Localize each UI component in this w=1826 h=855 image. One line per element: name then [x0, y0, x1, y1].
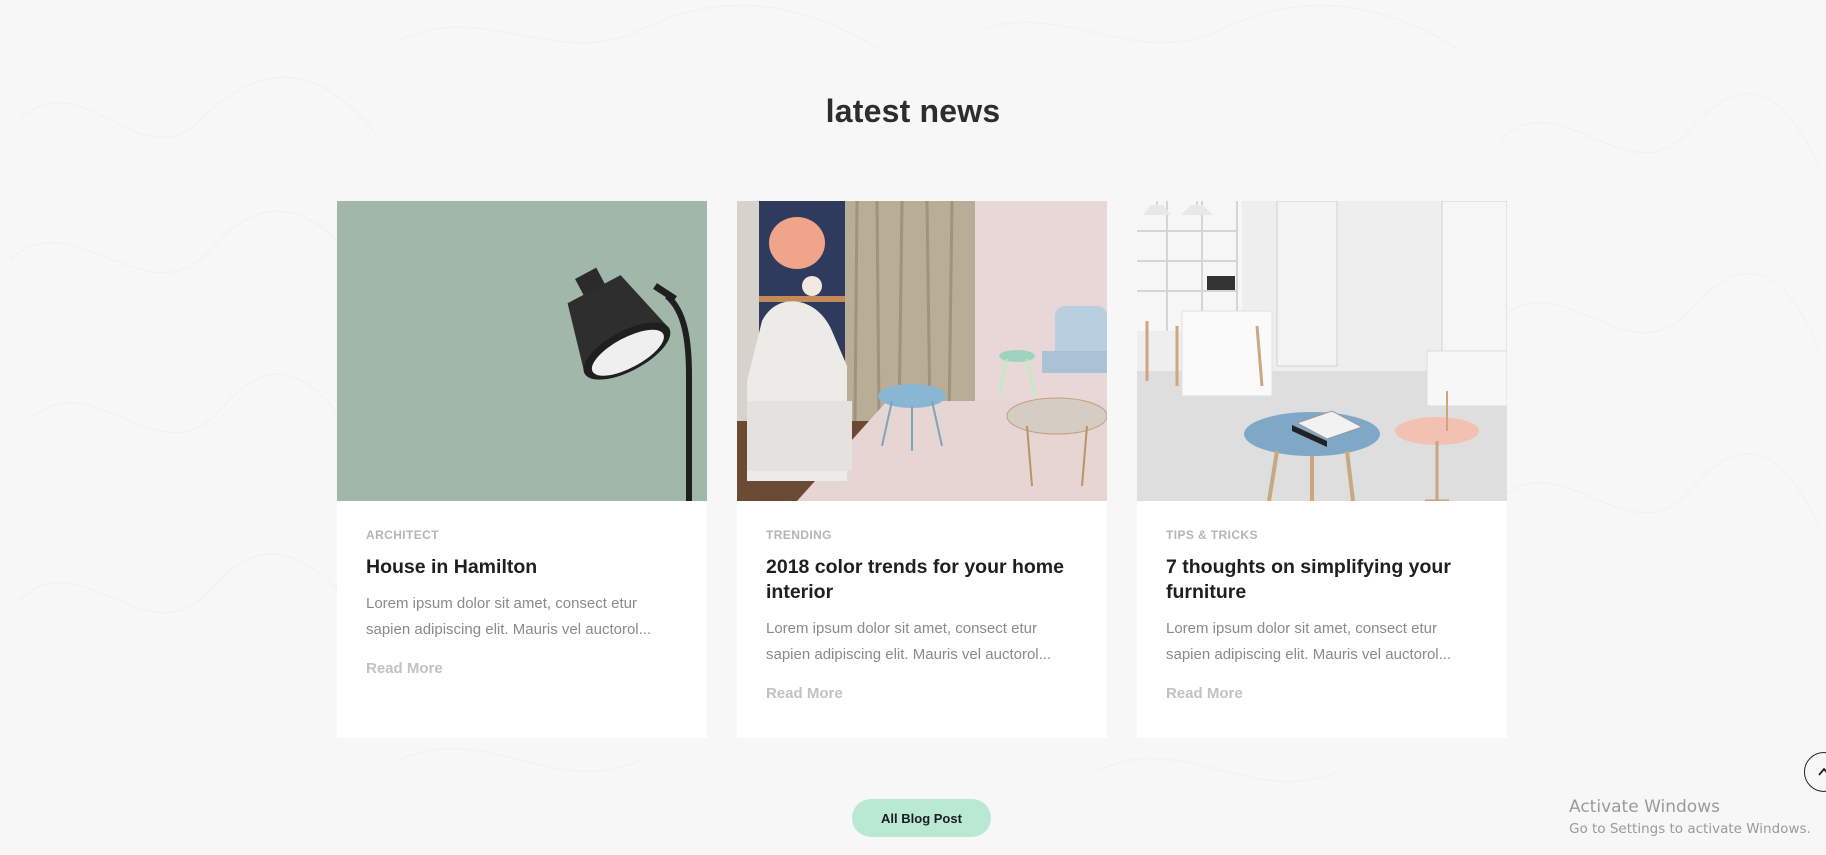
read-more-link[interactable]: Read More [366, 660, 443, 677]
read-more-link[interactable]: Read More [1166, 685, 1243, 702]
card-body: TRENDING 2018 color trends for your home… [737, 501, 1107, 703]
post-excerpt: Lorem ipsum dolor sit amet, consect etur… [766, 620, 1052, 663]
post-image-lamp[interactable] [337, 201, 707, 501]
watermark-title: Activate Windows [1569, 797, 1720, 817]
watermark-subtitle: Go to Settings to activate Windows. [1569, 821, 1811, 837]
news-card: TIPS & TRICKS 7 thoughts on simplifying … [1137, 201, 1507, 738]
post-title[interactable]: 2018 color trends for your home interior [766, 555, 1078, 605]
news-card: ARCHITECT House in Hamilton Lorem ipsum … [337, 201, 707, 738]
windows-activation-watermark: Activate Windows Go to Settings to activ… [1569, 797, 1811, 837]
all-blog-post-button[interactable]: All Blog Post [852, 799, 991, 837]
post-category[interactable]: TRENDING [766, 528, 1078, 542]
news-card: TRENDING 2018 color trends for your home… [737, 201, 1107, 738]
post-title[interactable]: House in Hamilton [366, 555, 678, 580]
post-excerpt: Lorem ipsum dolor sit amet, consect etur… [1166, 620, 1452, 663]
post-excerpt: Lorem ipsum dolor sit amet, consect etur… [366, 595, 652, 638]
card-body: TIPS & TRICKS 7 thoughts on simplifying … [1137, 501, 1507, 703]
scroll-to-top-button[interactable] [1804, 752, 1826, 792]
card-body: ARCHITECT House in Hamilton Lorem ipsum … [337, 501, 707, 678]
post-category[interactable]: ARCHITECT [366, 528, 678, 542]
post-image-living-room[interactable] [737, 201, 1107, 501]
read-more-link[interactable]: Read More [766, 685, 843, 702]
chevron-up-icon [1818, 767, 1826, 776]
news-cards: ARCHITECT House in Hamilton Lorem ipsum … [337, 201, 1507, 738]
section-title: latest news [825, 93, 1001, 129]
post-title[interactable]: 7 thoughts on simplifying your furniture [1166, 555, 1478, 605]
post-image-kitchen[interactable] [1137, 201, 1507, 501]
post-category[interactable]: TIPS & TRICKS [1166, 528, 1478, 542]
